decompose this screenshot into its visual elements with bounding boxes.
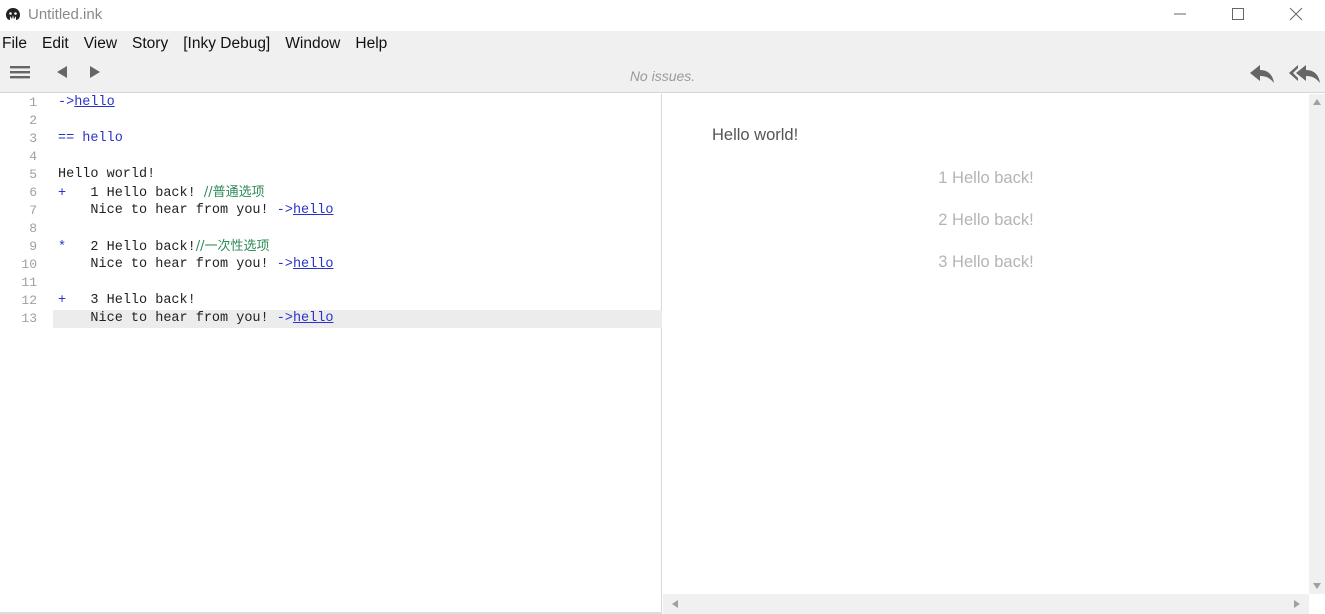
story-choice-1[interactable]: 1 Hello back!	[663, 169, 1309, 188]
menu-window[interactable]: Window	[278, 35, 347, 53]
chevron-up-icon	[1313, 99, 1321, 105]
rewind-one-icon	[1250, 65, 1274, 83]
line-number: 3	[29, 131, 37, 146]
minimize-button[interactable]	[1151, 0, 1209, 28]
scroll-right-button[interactable]	[1289, 594, 1305, 614]
toolbar: No issues.	[0, 57, 1325, 93]
issues-status: No issues.	[629, 68, 696, 84]
code-line-6[interactable]: + 1 Hello back! //普通选项	[53, 184, 662, 202]
code-line-3[interactable]: == hello	[53, 130, 662, 148]
divert-arrow: ->	[58, 95, 75, 110]
line-number: 11	[21, 275, 37, 290]
ink-editor[interactable]: 1 2 3 4 5 6 7 8 9 10 11 12 13 ->hello ==…	[0, 94, 662, 614]
scroll-left-button[interactable]	[667, 594, 683, 614]
title-bar: Untitled.ink	[0, 0, 1325, 28]
code-line-5[interactable]: Hello world!	[53, 166, 662, 184]
code-line-12[interactable]: + 3 Hello back!	[53, 292, 662, 310]
menu-view[interactable]: View	[77, 35, 124, 53]
line-number: 10	[21, 257, 37, 272]
code-line-7[interactable]: Nice to hear from you! ->hello	[53, 202, 662, 220]
divert-target-link[interactable]: hello	[293, 311, 334, 326]
story-text: Nice to hear from you!	[58, 311, 277, 326]
scroll-up-button[interactable]	[1309, 94, 1325, 110]
choice-text: 1 Hello back!	[66, 186, 204, 201]
divert-target-link[interactable]: hello	[74, 95, 115, 110]
code-line-1[interactable]: ->hello	[53, 94, 662, 112]
line-number: 4	[29, 149, 37, 164]
close-icon	[1289, 7, 1303, 21]
once-only-choice-bullet: *	[58, 240, 67, 255]
divert-arrow: ->	[276, 203, 293, 218]
line-number: 9	[29, 239, 37, 254]
restart-story-icon	[1289, 65, 1320, 83]
chevron-down-icon	[1313, 583, 1321, 589]
close-window-button[interactable]	[1267, 0, 1325, 28]
line-number-gutter: 1 2 3 4 5 6 7 8 9 10 11 12 13	[0, 94, 52, 614]
menu-help[interactable]: Help	[348, 35, 394, 53]
sticky-choice-bullet: +	[58, 293, 67, 308]
line-number: 13	[21, 311, 37, 326]
story-player: Hello world! 1 Hello back! 2 Hello back!…	[663, 94, 1325, 614]
choice-text: 3 Hello back!	[66, 293, 196, 308]
scroll-down-button[interactable]	[1309, 578, 1325, 594]
horizontal-scrollbar[interactable]	[663, 594, 1309, 614]
maximize-icon	[1232, 8, 1244, 20]
menu-inky-debug[interactable]: [Inky Debug]	[176, 35, 277, 53]
code-line-4[interactable]	[53, 148, 662, 166]
window-title: Untitled.ink	[28, 5, 103, 23]
knot-header: == hello	[58, 131, 123, 146]
story-text: Hello world!	[58, 167, 156, 182]
chevron-right-icon	[1294, 600, 1300, 608]
divert-target-link[interactable]: hello	[293, 257, 334, 272]
line-number: 7	[29, 203, 37, 218]
divert-arrow: ->	[276, 311, 293, 326]
chevron-left-icon	[672, 600, 678, 608]
line-number: 12	[21, 293, 37, 308]
line-number: 6	[29, 185, 37, 200]
menu-story[interactable]: Story	[125, 35, 175, 53]
code-line-11[interactable]	[53, 274, 662, 292]
maximize-button[interactable]	[1209, 0, 1267, 28]
line-number: 1	[29, 95, 37, 110]
code-line-2[interactable]	[53, 112, 662, 130]
choice-text: 2 Hello back!	[66, 240, 196, 255]
line-number: 2	[29, 113, 37, 128]
divert-arrow: ->	[276, 257, 293, 272]
menu-file[interactable]: File	[0, 35, 34, 53]
restart-story-button[interactable]	[1288, 60, 1322, 86]
code-comment: //一次性选项	[195, 239, 270, 254]
line-number: 5	[29, 167, 37, 182]
code-line-8[interactable]	[53, 220, 662, 238]
menu-edit[interactable]: Edit	[35, 35, 76, 53]
window-controls	[1151, 0, 1325, 28]
story-text: Nice to hear from you!	[58, 257, 277, 272]
vertical-scrollbar[interactable]	[1309, 94, 1325, 594]
code-comment: //普通选项	[203, 185, 265, 200]
story-choice-3[interactable]: 3 Hello back!	[663, 253, 1309, 272]
code-line-13-active[interactable]: Nice to hear from you! ->hello	[53, 310, 662, 328]
story-output-text: Hello world!	[712, 126, 799, 144]
menu-bar: File Edit View Story [Inky Debug] Window…	[0, 31, 1325, 57]
divert-target-link[interactable]: hello	[293, 203, 334, 218]
code-line-10[interactable]: Nice to hear from you! ->hello	[53, 256, 662, 274]
sticky-choice-bullet: +	[58, 186, 67, 201]
minimize-icon	[1174, 13, 1186, 15]
story-text: Nice to hear from you!	[58, 203, 277, 218]
code-line-9[interactable]: * 2 Hello back!//一次性选项	[53, 238, 662, 256]
story-choice-2[interactable]: 2 Hello back!	[663, 211, 1309, 230]
rewind-one-button[interactable]	[1247, 60, 1277, 86]
line-number: 8	[29, 221, 37, 236]
inky-app-icon	[4, 5, 22, 23]
